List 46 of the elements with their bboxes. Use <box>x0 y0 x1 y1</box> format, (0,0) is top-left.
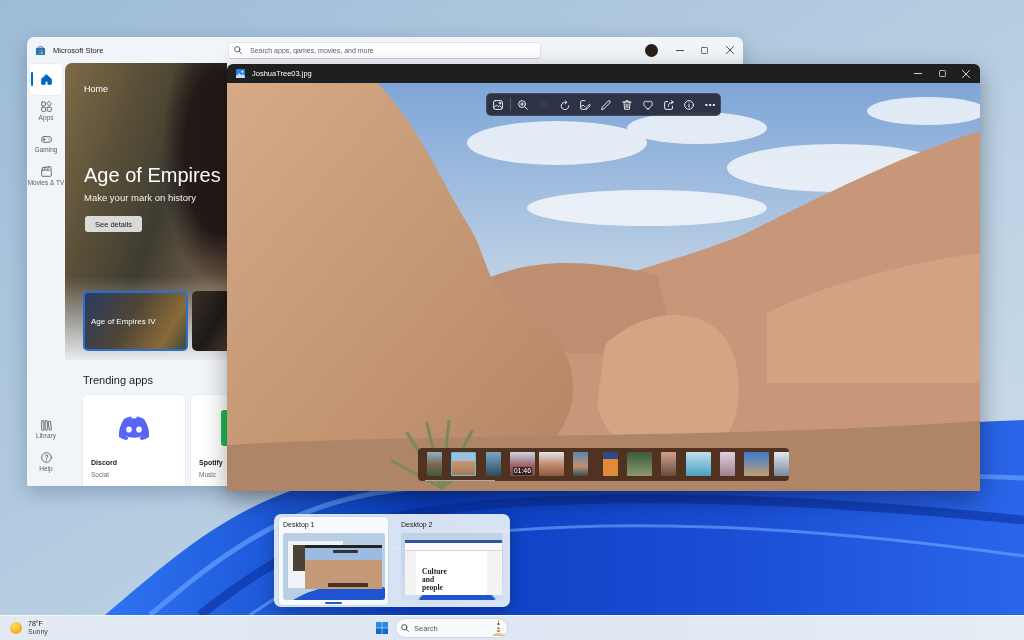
rotate-icon[interactable] <box>559 99 570 110</box>
photo-thumbnail[interactable] <box>602 452 618 476</box>
shopping-bag-icon <box>36 45 45 55</box>
more-icon[interactable] <box>705 103 716 106</box>
lighthouse-icon <box>492 620 505 636</box>
maximize-icon[interactable] <box>701 46 708 54</box>
hero-subtitle: Make your mark on history <box>84 191 196 203</box>
help-icon <box>40 452 52 463</box>
section-heading: Trending apps <box>83 373 154 387</box>
app-logo-icon <box>221 410 227 446</box>
apps-icon <box>40 101 52 112</box>
search-icon <box>234 46 242 54</box>
avatar[interactable] <box>645 43 658 57</box>
hero-title: Age of Empires <box>84 164 221 186</box>
photo-thumbnail[interactable] <box>427 452 442 476</box>
delete-icon[interactable] <box>621 99 632 110</box>
photo-thumbnail[interactable] <box>451 452 477 476</box>
minimize-icon[interactable] <box>675 49 684 51</box>
photo-thumbnail[interactable] <box>744 452 770 476</box>
photo-thumbnail[interactable] <box>627 452 653 476</box>
app-logo-icon <box>118 416 150 440</box>
zoom-in-icon[interactable] <box>517 99 528 110</box>
books-icon <box>40 419 52 431</box>
photo-thumbnail[interactable] <box>685 452 711 476</box>
photo-thumbnail[interactable] <box>539 452 565 476</box>
heart-icon[interactable] <box>642 99 653 110</box>
game-card[interactable]: Age of Empires IV <box>83 291 188 351</box>
home-icon <box>40 74 52 85</box>
close-icon[interactable] <box>725 46 734 54</box>
image-icon <box>236 69 245 78</box>
share-icon[interactable] <box>663 99 674 110</box>
image-icon[interactable] <box>493 99 504 110</box>
photo-thumbnail[interactable] <box>485 452 501 476</box>
clapperboard-icon <box>40 166 52 177</box>
start-icon[interactable] <box>376 622 388 634</box>
search-icon <box>401 624 409 632</box>
page-heading: Home <box>84 84 108 95</box>
photo-thumbnail[interactable] <box>719 452 735 476</box>
gamepad-icon <box>40 135 52 143</box>
photo-thumbnail[interactable] <box>661 452 677 476</box>
pencil-icon[interactable] <box>601 99 612 110</box>
scrollbar[interactable] <box>425 479 495 481</box>
nav-item[interactable] <box>30 64 62 95</box>
info-icon[interactable] <box>684 99 695 110</box>
photo-thumbnail[interactable] <box>573 452 589 476</box>
edit-image-icon[interactable] <box>580 99 591 110</box>
